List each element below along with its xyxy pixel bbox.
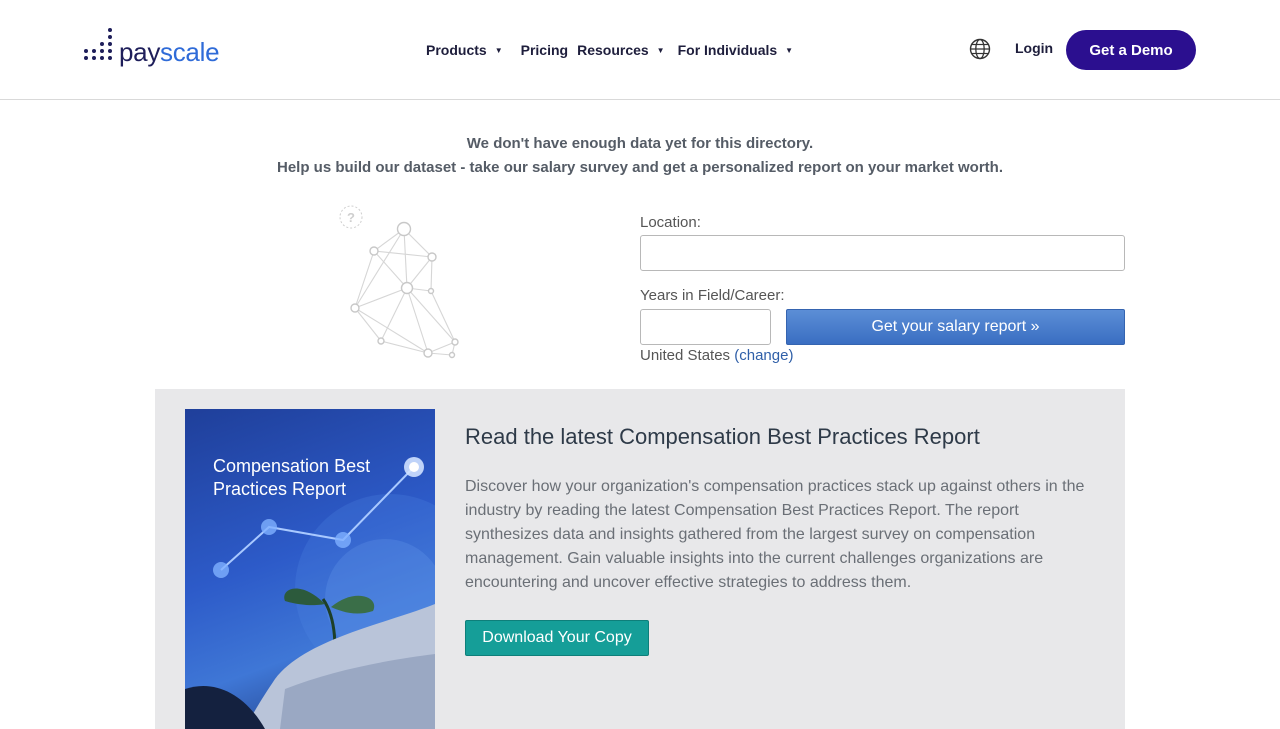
report-cover-image[interactable]: Compensation Best Practices Report: [185, 409, 435, 729]
promo-title: Read the latest Compensation Best Practi…: [465, 424, 980, 449]
site-header: payscale Products ▼ Pricing Resources ▼ …: [0, 0, 1280, 100]
years-input[interactable]: [640, 309, 771, 345]
logo-wordmark: payscale: [119, 37, 220, 67]
payscale-logo[interactable]: payscale: [84, 28, 220, 67]
nav-item-label: Products: [426, 42, 487, 58]
download-copy-button[interactable]: Download Your Copy: [465, 620, 649, 656]
nav-item-label: Pricing: [520, 42, 569, 58]
get-demo-button[interactable]: Get a Demo: [1066, 30, 1196, 70]
logo-text-pay: pay: [119, 37, 161, 67]
logo-text-scale: scale: [160, 37, 220, 67]
cover-title: Compensation Best Practices Report: [213, 456, 371, 499]
nav-item-pricing[interactable]: Pricing: [521, 40, 568, 60]
svg-text:?: ?: [347, 210, 355, 225]
promo-description: Discover how your organization's compens…: [465, 478, 1085, 591]
logo-dots-icon: [84, 28, 114, 66]
country-line: United States (change): [640, 347, 793, 364]
report-promo: Compensation Best Practices Report Read …: [155, 389, 1125, 729]
no-data-notice: We don't have enough data yet for this d…: [0, 132, 1280, 180]
caret-down-icon: ▼: [494, 45, 503, 55]
nav-item-label: For Individuals: [677, 42, 778, 58]
nav-item-for-individuals[interactable]: For Individuals ▼: [678, 40, 794, 60]
caret-down-icon: ▼: [656, 45, 665, 55]
notice-line-1: We don't have enough data yet for this d…: [466, 135, 814, 152]
location-label: Location:: [640, 214, 701, 231]
notice-line-2: Help us build our dataset - take our sal…: [276, 159, 1003, 176]
get-salary-report-button[interactable]: Get your salary report »: [786, 309, 1125, 345]
data-network-illustration: ?: [339, 205, 459, 359]
nav-item-products[interactable]: Products ▼: [426, 40, 503, 60]
main-nav: Products ▼ Pricing Resources ▼ For Indiv…: [426, 40, 793, 60]
login-link[interactable]: Login: [1015, 40, 1053, 56]
change-country-link[interactable]: (change): [734, 347, 793, 364]
globe-icon[interactable]: [969, 38, 991, 60]
nav-item-resources[interactable]: Resources ▼: [577, 40, 665, 60]
years-label: Years in Field/Career:: [640, 287, 785, 304]
caret-down-icon: ▼: [785, 45, 794, 55]
nav-item-label: Resources: [577, 42, 649, 58]
country-text: United States: [640, 347, 731, 364]
location-input[interactable]: [640, 235, 1125, 271]
